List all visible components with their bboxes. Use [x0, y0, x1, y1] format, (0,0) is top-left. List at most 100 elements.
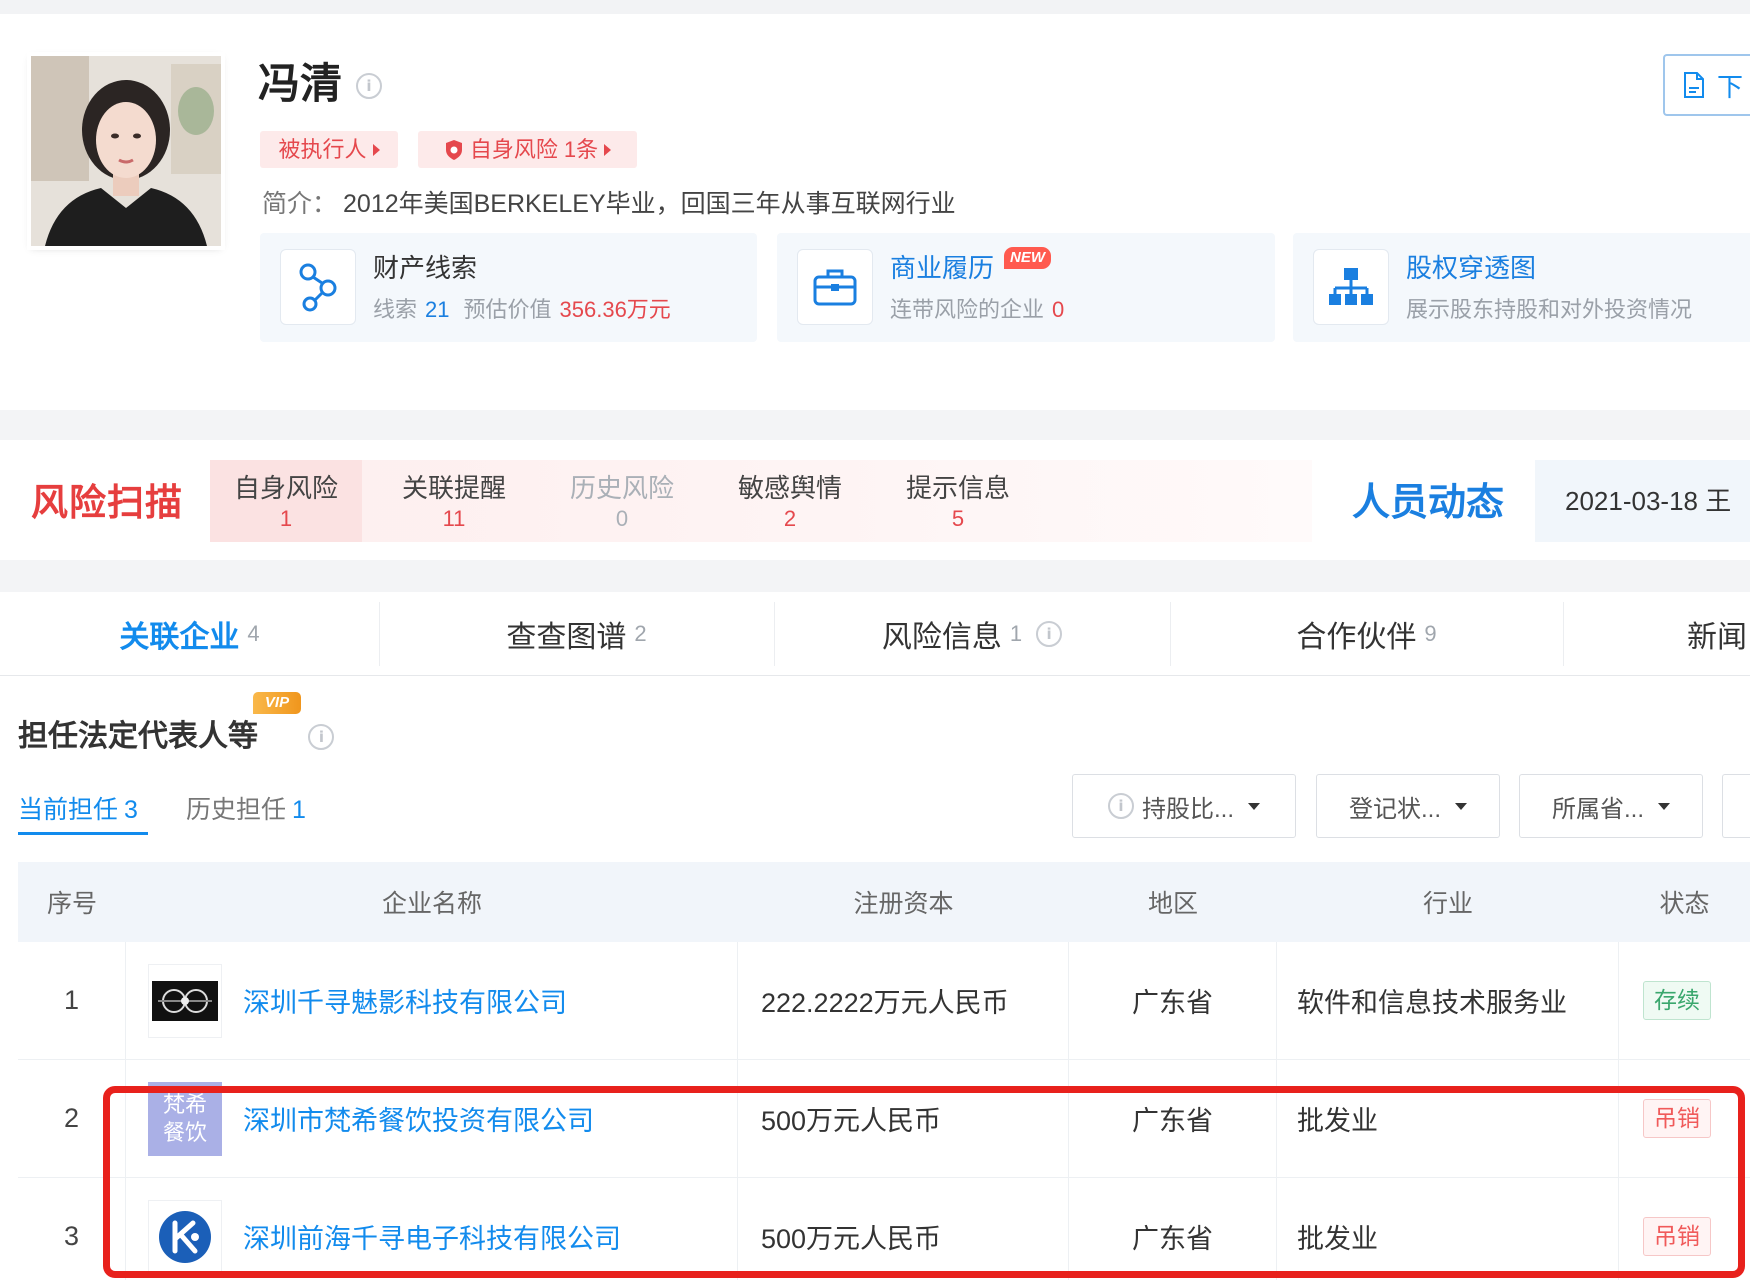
tab-risk-info[interactable]: 风险信息 1: [774, 592, 1170, 675]
person-profile-page: 冯清 被执行人 自身风险 1条 简介：2012年美国BERKELEY毕业，回国三…: [0, 0, 1750, 1280]
subtab-history[interactable]: 历史担任 1: [186, 792, 306, 828]
risk-item-self[interactable]: 自身风险 1: [210, 460, 362, 542]
tab-label: 关联企业: [119, 620, 240, 654]
header-company: 企业名称: [381, 890, 482, 918]
region: 广东省: [1069, 942, 1277, 1059]
divider-band: [0, 560, 1750, 592]
tag-executed-person[interactable]: 被执行人: [260, 131, 398, 168]
risk-item-notice[interactable]: 提示信息 5: [882, 460, 1034, 542]
shield-icon: [444, 139, 464, 161]
card-subtitle: 连带风险的企业 0: [890, 295, 1064, 325]
person-name: 冯清: [258, 60, 343, 107]
header-status: 状态: [1659, 890, 1710, 918]
clue-count[interactable]: 21: [425, 297, 449, 322]
card-business-history[interactable]: 商业履历 NEW 连带风险的企业 0: [777, 233, 1275, 342]
tab-label: 风险信息: [881, 620, 1002, 654]
info-icon[interactable]: [356, 73, 382, 99]
card-title: 财产线索: [373, 253, 478, 283]
risk-scan-title: 风险扫描: [31, 482, 183, 523]
card-description: 展示股东持股和对外投资情况: [1406, 297, 1693, 322]
card-property-clues[interactable]: 财产线索 线索 21 预估价值 356.36万元: [260, 233, 757, 342]
risk-item-count: 1: [279, 506, 293, 531]
risk-item-related[interactable]: 关联提醒 11: [378, 460, 530, 542]
filter-label: 持股比...: [1141, 795, 1234, 823]
risk-item-count: 2: [783, 506, 797, 531]
personnel-news-item[interactable]: 2021-03-18 王: [1535, 460, 1750, 542]
card-title-link[interactable]: 商业履历: [890, 251, 994, 285]
tab-bar: 关联企业 4 查查图谱 2 风险信息 1 合作伙伴 9 新闻: [0, 592, 1750, 676]
table-row: 1 深圳千寻魅影科技有限公司 222.2222万元人民币 广东省 软件和信息技术…: [18, 942, 1750, 1060]
vip-badge: VIP: [253, 692, 301, 714]
org-chart-icon: [1313, 249, 1389, 325]
registered-capital: 222.2222万元人民币: [738, 942, 1069, 1059]
tab-count: 9: [1424, 620, 1437, 646]
risk-item-label: 自身风险: [233, 473, 338, 503]
tab-label: 新闻: [1687, 620, 1747, 654]
info-icon[interactable]: [308, 724, 335, 750]
subtab-active-indicator: [18, 832, 148, 835]
filter-province-dropdown[interactable]: 所属省...: [1519, 774, 1703, 838]
subtab-count: 1: [292, 796, 306, 824]
tab-count: 2: [634, 620, 647, 646]
top-strip: [0, 0, 1750, 14]
clue-label: 线索: [373, 297, 418, 322]
risk-item-label: 提示信息: [905, 473, 1010, 503]
divider-band: [0, 410, 1750, 440]
company-logo: [148, 963, 222, 1038]
filter-registration-status-dropdown[interactable]: 登记状...: [1316, 774, 1500, 838]
company-cell: 深圳千寻魅影科技有限公司: [126, 942, 738, 1059]
tab-count: 1: [1009, 620, 1023, 646]
personnel-news-title: 人员动态: [1352, 482, 1505, 524]
header-index: 序号: [46, 890, 97, 918]
subtab-label: 历史担任: [186, 796, 287, 824]
download-label: 下: [1717, 71, 1744, 102]
table-header: 序号 企业名称 注册资本 地区 行业 状态: [18, 862, 1750, 942]
tab-label: 查查图谱: [506, 620, 627, 654]
risk-item-label: 关联提醒: [401, 473, 506, 503]
filter-shareholding-dropdown[interactable]: 持股比...: [1072, 774, 1296, 838]
header-region: 地区: [1147, 890, 1198, 918]
risk-item-label: 历史风险: [569, 473, 674, 503]
row-index: 1: [18, 942, 126, 1059]
card-equity-chart[interactable]: 股权穿透图 展示股东持股和对外投资情况: [1293, 233, 1750, 342]
tag-label: 自身风险 1条: [469, 137, 599, 162]
caret-right-icon: [604, 143, 612, 156]
chevron-down-icon: [1658, 802, 1670, 810]
estimated-value: 356.36万元: [559, 297, 671, 322]
pdf-icon: [1684, 72, 1704, 98]
section-title: 担任法定代表人等: [18, 720, 258, 753]
tab-graph[interactable]: 查查图谱 2: [379, 592, 774, 675]
subtab-current[interactable]: 当前担任 3: [18, 792, 138, 828]
tag-label: 被执行人: [278, 137, 367, 162]
risk-item-count: 11: [442, 506, 466, 531]
tab-related-companies[interactable]: 关联企业 4: [0, 592, 379, 675]
risk-item-label: 敏感舆情: [737, 473, 842, 503]
risk-item-count: 5: [951, 506, 965, 531]
subtab-label: 当前担任: [18, 796, 119, 824]
download-button[interactable]: 下: [1663, 54, 1750, 116]
clue-link-icon: [280, 249, 356, 325]
info-icon[interactable]: [1036, 620, 1063, 647]
value-label: 预估价值: [463, 297, 552, 322]
info-icon: [1107, 793, 1134, 819]
header-capital: 注册资本: [853, 890, 954, 918]
risk-item-history[interactable]: 历史风险 0: [546, 460, 698, 542]
filter-more-dropdown[interactable]: [1722, 774, 1750, 838]
tab-news[interactable]: 新闻: [1563, 592, 1750, 675]
joint-risk-label: 连带风险的企业: [890, 297, 1045, 322]
company-name-link[interactable]: 深圳千寻魅影科技有限公司: [243, 981, 567, 1020]
industry: 软件和信息技术服务业: [1277, 942, 1619, 1059]
tab-count: 4: [247, 620, 260, 646]
risk-item-sentiment[interactable]: 敏感舆情 2: [714, 460, 866, 542]
briefcase-icon: [797, 249, 873, 325]
tab-label: 合作伙伴: [1296, 620, 1417, 654]
card-title-link[interactable]: 股权穿透图: [1406, 251, 1536, 285]
tab-partners[interactable]: 合作伙伴 9: [1170, 592, 1563, 675]
chevron-down-icon: [1455, 802, 1467, 810]
tag-self-risk[interactable]: 自身风险 1条: [418, 131, 637, 168]
joint-risk-count: 0: [1052, 297, 1065, 322]
personnel-news-text: 2021-03-18 王: [1565, 486, 1732, 516]
avatar: [31, 56, 221, 246]
filter-label: 所属省...: [1551, 795, 1644, 823]
caret-right-icon: [372, 143, 380, 156]
